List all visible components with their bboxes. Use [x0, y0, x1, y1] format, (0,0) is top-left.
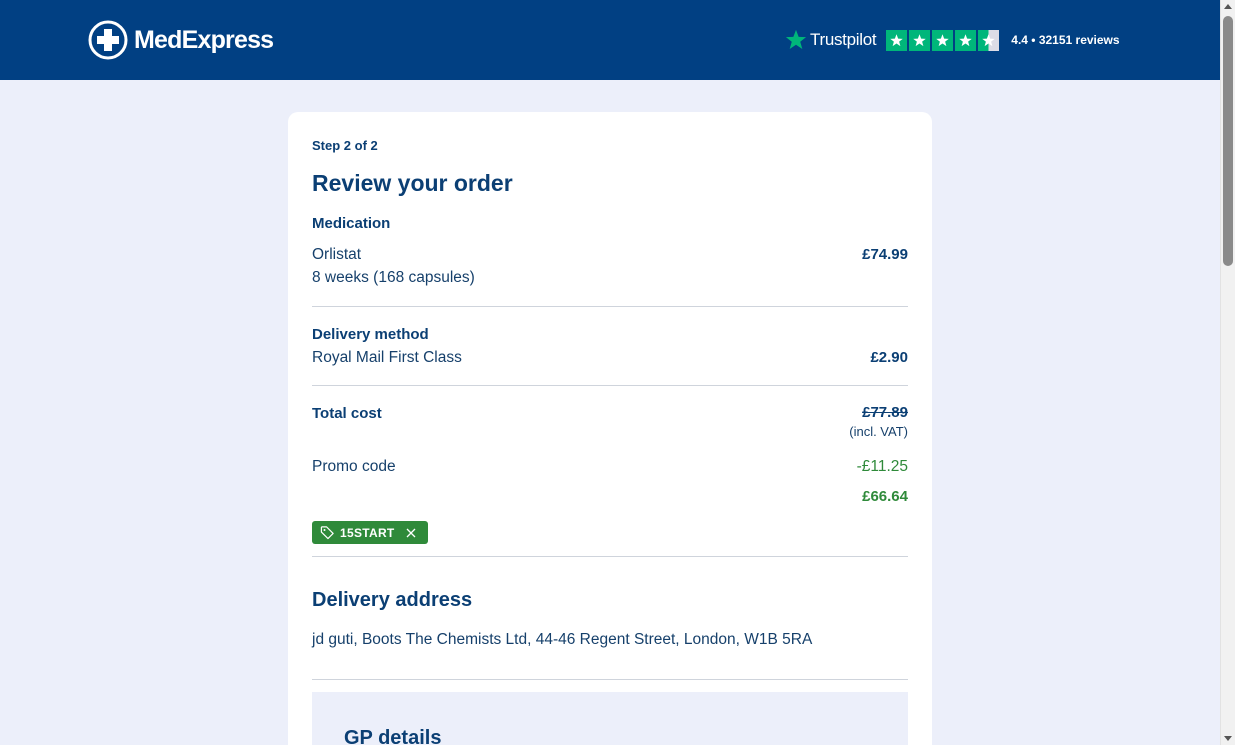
page-title: Review your order	[312, 170, 513, 196]
trustpilot-rating-stars	[886, 29, 1001, 51]
step-indicator: Step 2 of 2	[312, 138, 378, 153]
tag-icon	[320, 526, 334, 540]
logo-text: MedExpress	[134, 25, 274, 54]
delivery-method-value: Royal Mail First Class	[312, 349, 462, 366]
half-star-icon	[978, 29, 1000, 51]
divider	[312, 385, 908, 386]
scroll-up-arrow-icon[interactable]	[1224, 4, 1232, 9]
star-icon	[909, 29, 931, 51]
scroll-down-arrow-icon[interactable]	[1224, 736, 1232, 741]
divider	[312, 679, 908, 680]
promo-code-label: Promo code	[312, 458, 396, 475]
scrollbar-thumb[interactable]	[1223, 16, 1233, 266]
promo-code-tag: 15START	[312, 521, 428, 544]
total-cost-label: Total cost	[312, 405, 382, 422]
star-icon	[955, 29, 977, 51]
star-icon	[886, 29, 908, 51]
site-header: MedExpress Trustpilot 4.4 • 32151 review…	[0, 0, 1220, 80]
original-total-price: £77.89	[862, 404, 908, 421]
trustpilot-star-icon	[785, 29, 807, 49]
delivery-address-title: Delivery address	[312, 589, 473, 611]
vat-note: (incl. VAT)	[849, 424, 908, 439]
medication-name: Orlistat	[312, 246, 362, 263]
medication-price: £74.99	[862, 246, 908, 263]
medication-detail: 8 weeks (168 capsules)	[312, 269, 475, 286]
promo-discount: -£11.25	[856, 458, 908, 475]
medical-cross-icon	[88, 20, 128, 60]
scrollbar[interactable]	[1220, 0, 1235, 745]
close-icon[interactable]	[406, 528, 416, 538]
delivery-address-text: jd guti, Boots The Chemists Ltd, 44-46 R…	[312, 631, 813, 648]
medication-label: Medication	[312, 215, 391, 232]
final-total-price: £66.64	[862, 488, 908, 505]
order-review-card: Step 2 of 2 Review your order Medication…	[288, 112, 932, 745]
medexpress-logo[interactable]: MedExpress	[88, 20, 274, 60]
delivery-method-label: Delivery method	[312, 326, 429, 343]
divider	[312, 306, 908, 307]
trustpilot-rating-text: 4.4 • 32151 reviews	[1011, 33, 1120, 47]
delivery-price: £2.90	[870, 349, 908, 366]
trustpilot-name: Trustpilot	[810, 30, 877, 49]
promo-code-text: 15START	[340, 525, 395, 540]
star-icon	[932, 29, 954, 51]
divider	[312, 556, 908, 557]
gp-details-section: GP details	[312, 692, 908, 745]
trustpilot-widget[interactable]: Trustpilot 4.4 • 32151 reviews	[785, 26, 1120, 54]
gp-details-title: GP details	[344, 727, 442, 745]
